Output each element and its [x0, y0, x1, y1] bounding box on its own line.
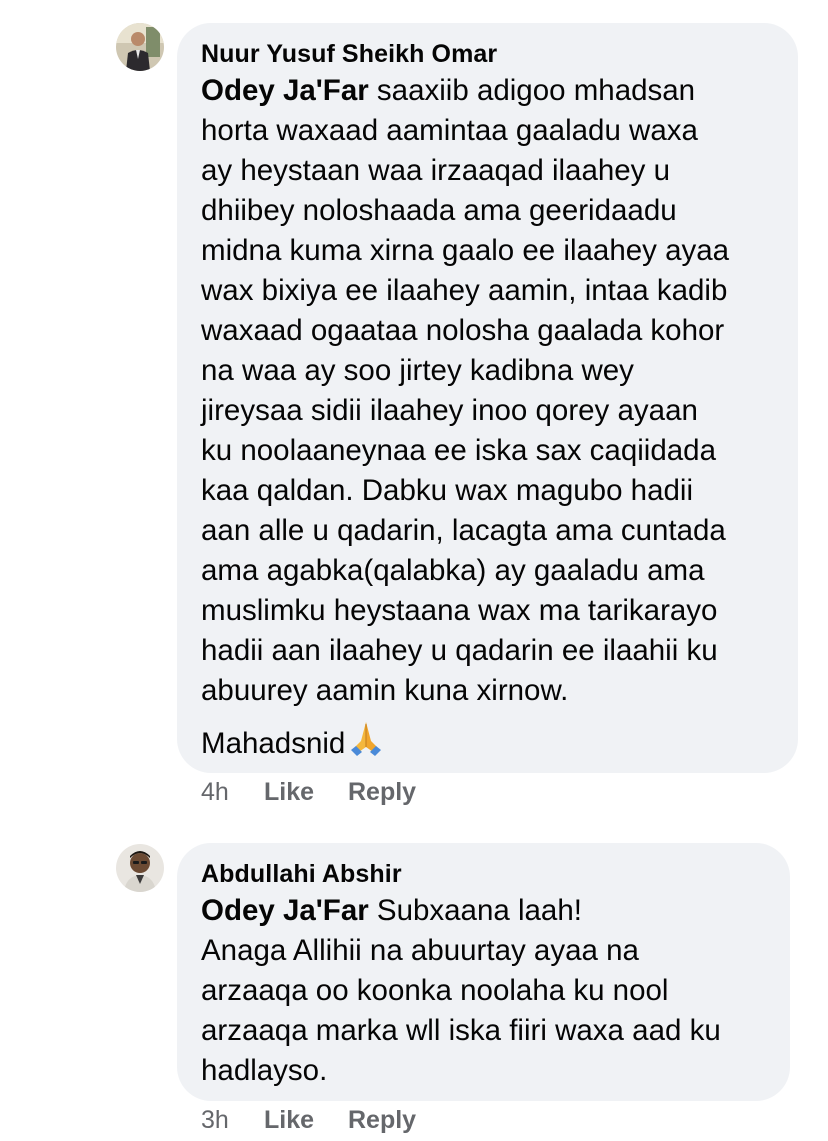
- text-line: dhiibey noloshaada ama geeridaadu: [201, 194, 677, 227]
- text-line: kaa qaldan. Dabku wax magubo hadii: [201, 474, 693, 507]
- text-line: Mahadsnid: [201, 727, 346, 760]
- comment-body: Odey Ja'Far Subxaana laah! Anaga Allihii …: [201, 891, 766, 1091]
- reply-button[interactable]: Reply: [348, 1106, 416, 1135]
- text-line: muslimku heystaana wax ma tarikarayo: [201, 594, 718, 627]
- text-line: midna kuma xirna gaalo ee ilaahey ayaa: [201, 234, 730, 267]
- comment-paragraph: Odey Ja'Far Subxaana laah! Anaga Allihii …: [201, 891, 766, 1091]
- mention-link[interactable]: Odey Ja'Far: [201, 894, 369, 927]
- comment-paragraph: Odey Ja'Far saaxiib adigoo mhadsan horta …: [201, 71, 774, 711]
- text-line: na waa ay soo jirtey kadibna wey: [201, 354, 634, 387]
- comment-body: Odey Ja'Far saaxiib adigoo mhadsan horta …: [201, 71, 774, 768]
- text-line: horta waxaad aamintaa gaaladu waxa: [201, 114, 698, 147]
- comment-timestamp[interactable]: 3h: [201, 1106, 264, 1135]
- text-line: Anaga Allihii na abuurtay ayaa na: [201, 934, 639, 967]
- text-line: ku noolaaneynaa ee iska sax caqiidada: [201, 434, 716, 467]
- reply-button[interactable]: Reply: [348, 778, 416, 807]
- comment-author[interactable]: Nuur Yusuf Sheikh Omar: [201, 37, 774, 71]
- text-line: waxaad ogaataa nolosha gaalada kohor: [201, 314, 725, 347]
- avatar-photo-icon: [116, 844, 164, 892]
- text-line: aan alle u qadarin, lacagta ama cuntada: [201, 514, 726, 547]
- text-line: Subxaana laah!: [368, 894, 582, 927]
- comment-bubble: Abdullahi Abshir Odey Ja'Far Subxaana la…: [177, 843, 790, 1101]
- folded-hands-icon: [347, 719, 385, 768]
- text-line: arzaaqa oo koonka noolaha ku nool: [201, 974, 669, 1007]
- text-line: saaxiib adigoo mhadsan: [368, 74, 696, 107]
- like-button[interactable]: Like: [264, 1106, 348, 1135]
- comment-thread: Nuur Yusuf Sheikh Omar Odey Ja'Far saaxi…: [0, 0, 828, 1141]
- comment-bubble: Nuur Yusuf Sheikh Omar Odey Ja'Far saaxi…: [177, 23, 798, 773]
- comment-timestamp[interactable]: 4h: [201, 778, 264, 807]
- avatar[interactable]: [116, 23, 164, 71]
- comment-paragraph: Mahadsnid: [201, 719, 774, 768]
- like-button[interactable]: Like: [264, 778, 348, 807]
- text-line: ama agabka(qalabka) ay gaaladu ama: [201, 554, 705, 587]
- avatar[interactable]: [116, 844, 164, 892]
- text-line: ay heystaan waa irzaaqad ilaahey u: [201, 154, 671, 187]
- text-line: abuurey aamin kuna xirnow.: [201, 674, 569, 707]
- avatar-photo-icon: [116, 23, 164, 71]
- text-line: hadii aan ilaahey u qadarin ee ilaahii k…: [201, 634, 718, 667]
- text-line: arzaaqa marka wll iska fiiri waxa aad ku: [201, 1014, 721, 1047]
- text-line: wax bixiya ee ilaahey aamin, intaa kadib: [201, 274, 728, 307]
- comment-actions: 4h Like Reply: [201, 778, 416, 807]
- comment-author[interactable]: Abdullahi Abshir: [201, 857, 766, 891]
- mention-link[interactable]: Odey Ja'Far: [201, 74, 369, 107]
- comment-actions: 3h Like Reply: [201, 1106, 416, 1135]
- text-line: jireysaa sidii ilaahey inoo qorey ayaan: [201, 394, 698, 427]
- text-line: hadlayso.: [201, 1054, 328, 1087]
